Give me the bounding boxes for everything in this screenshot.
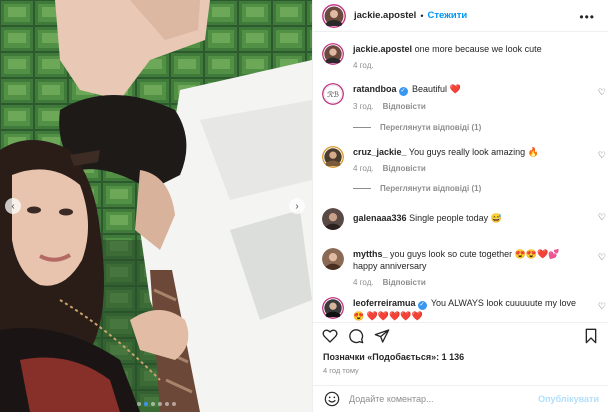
carousel-indicator xyxy=(0,402,312,406)
likes-count[interactable]: Позначки «Подобається»: 1 136 xyxy=(323,352,464,362)
post-viewer: ‹ › jackie.apostel • Стежити ••• jackie.… xyxy=(0,0,608,412)
comment-time: 4 год. xyxy=(353,278,374,287)
photo-scene xyxy=(0,0,312,412)
commenter-avatar[interactable] xyxy=(322,208,344,230)
view-replies-button[interactable]: Переглянути відповіді (1) xyxy=(353,184,481,193)
carousel-prev-button[interactable]: ‹ xyxy=(5,198,21,214)
post-time[interactable]: 4 год тому xyxy=(323,366,359,375)
carousel-dot xyxy=(150,402,155,406)
verified-badge-icon: ✓ xyxy=(398,87,408,96)
comment-username[interactable]: ratandboa xyxy=(353,84,397,94)
svg-text:ℛℬ: ℛℬ xyxy=(327,90,339,99)
comment-like-icon[interactable]: ♡ xyxy=(598,212,606,223)
comment-like-icon[interactable]: ♡ xyxy=(598,252,606,263)
heart-icon[interactable] xyxy=(322,328,338,344)
chevron-right-icon: › xyxy=(295,200,299,212)
view-replies-button[interactable]: Переглянути відповіді (1) xyxy=(353,123,481,132)
caption-username[interactable]: jackie.apostel xyxy=(353,44,412,54)
comment-like-icon[interactable]: ♡ xyxy=(598,87,606,98)
commenter-avatar[interactable]: ℛℬ xyxy=(322,83,344,105)
post-sidebar: jackie.apostel • Стежити ••• jackie.apos… xyxy=(312,0,608,412)
comment-username[interactable]: leoferreiramua xyxy=(353,298,416,308)
author-avatar[interactable] xyxy=(322,43,344,65)
reply-button[interactable]: Відповісти xyxy=(383,101,426,113)
caption-text: one more because we look cute xyxy=(414,44,542,54)
more-options-icon[interactable]: ••• xyxy=(579,10,595,24)
comment-username[interactable]: mytths_ xyxy=(353,249,388,259)
author-avatar[interactable] xyxy=(322,3,346,28)
carousel-dot xyxy=(143,402,148,406)
comments-list[interactable]: jackie.apostel one more because we look … xyxy=(313,32,608,322)
carousel-dot xyxy=(171,402,176,406)
view-replies-label: Переглянути відповіді (1) xyxy=(380,184,482,193)
author-username[interactable]: jackie.apostel xyxy=(354,10,416,21)
carousel-next-button[interactable]: › xyxy=(289,198,305,214)
comment-icon[interactable] xyxy=(348,328,364,344)
view-replies-label: Переглянути відповіді (1) xyxy=(380,123,482,132)
chevron-left-icon: ‹ xyxy=(11,200,15,212)
divider xyxy=(353,127,371,128)
post-photo[interactable]: ‹ › xyxy=(0,0,312,412)
commenter-avatar[interactable] xyxy=(322,146,344,168)
action-bar xyxy=(313,322,608,348)
reply-button[interactable]: Відповісти xyxy=(383,163,426,175)
comment-like-icon[interactable]: ♡ xyxy=(598,150,606,161)
comment-username[interactable]: galenaaa336 xyxy=(353,213,407,223)
comment-text: Beautiful ❤️ xyxy=(412,84,461,94)
comment-like-icon[interactable]: ♡ xyxy=(598,301,606,312)
carousel-dot xyxy=(157,402,162,406)
separator-dot: • xyxy=(420,10,424,21)
carousel-dot xyxy=(164,402,169,406)
divider xyxy=(353,188,371,189)
comment-time: 4 год. xyxy=(353,164,374,173)
emoji-icon[interactable] xyxy=(324,391,340,407)
post-header: jackie.apostel • Стежити ••• xyxy=(313,0,608,32)
commenter-avatar[interactable] xyxy=(322,297,344,319)
caption-time: 4 год. xyxy=(353,61,374,70)
comment-text: Single people today 😅 xyxy=(409,213,502,223)
verified-badge-icon: ✓ xyxy=(417,301,427,310)
comment-username[interactable]: cruz_jackie_ xyxy=(353,147,407,157)
comment-text: You guys really look amazing 🔥 xyxy=(408,147,539,157)
carousel-dot xyxy=(136,402,141,406)
comment-input[interactable] xyxy=(349,394,529,404)
comment-time: 3 год. xyxy=(353,102,374,111)
reply-button[interactable]: Відповісти xyxy=(383,277,426,289)
comment-composer: Опублікувати xyxy=(313,385,608,412)
publish-button[interactable]: Опублікувати xyxy=(538,394,599,404)
bookmark-icon[interactable] xyxy=(583,328,599,344)
follow-button[interactable]: Стежити xyxy=(427,10,467,21)
share-icon[interactable] xyxy=(374,328,390,344)
commenter-avatar[interactable] xyxy=(322,248,344,270)
